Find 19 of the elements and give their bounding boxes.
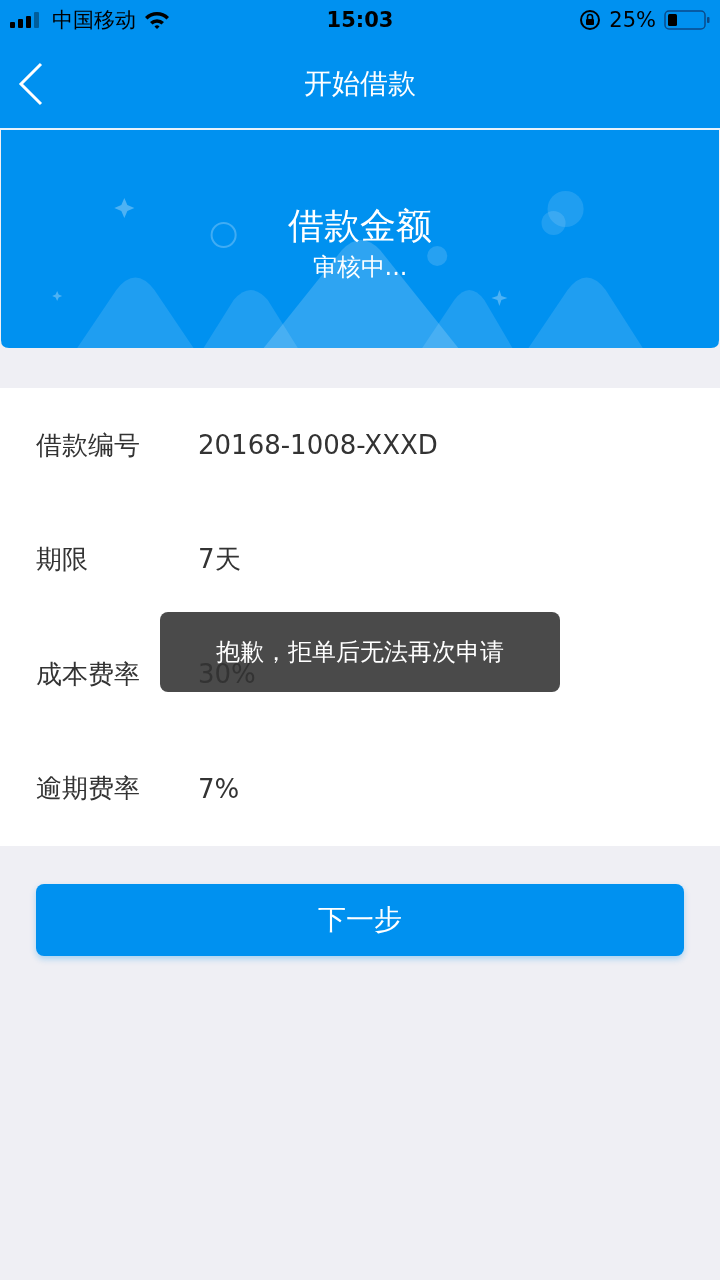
back-icon	[18, 62, 44, 106]
detail-label: 借款编号	[36, 428, 141, 462]
battery-icon	[664, 10, 710, 30]
back-button[interactable]	[18, 62, 44, 106]
amount-title: 借款金额	[288, 203, 432, 248]
page-title: 开始借款	[304, 66, 416, 102]
detail-value: 7%	[198, 773, 240, 804]
detail-label: 成本费率	[36, 657, 141, 691]
detail-label: 期限	[36, 543, 89, 577]
battery-percent: 25%	[609, 8, 656, 32]
wifi-icon	[144, 11, 170, 29]
detail-value: 7天	[198, 543, 241, 577]
review-status: 审核中...	[312, 251, 408, 283]
next-button[interactable]: 下一步	[36, 884, 684, 956]
carrier-name: 中国移动	[52, 7, 136, 34]
detail-label: 逾期费率	[36, 772, 141, 806]
status-time: 15:03	[325, 8, 395, 32]
rotation-lock-icon	[579, 9, 602, 31]
detail-value: 20168-1008-XXXD	[198, 430, 438, 461]
